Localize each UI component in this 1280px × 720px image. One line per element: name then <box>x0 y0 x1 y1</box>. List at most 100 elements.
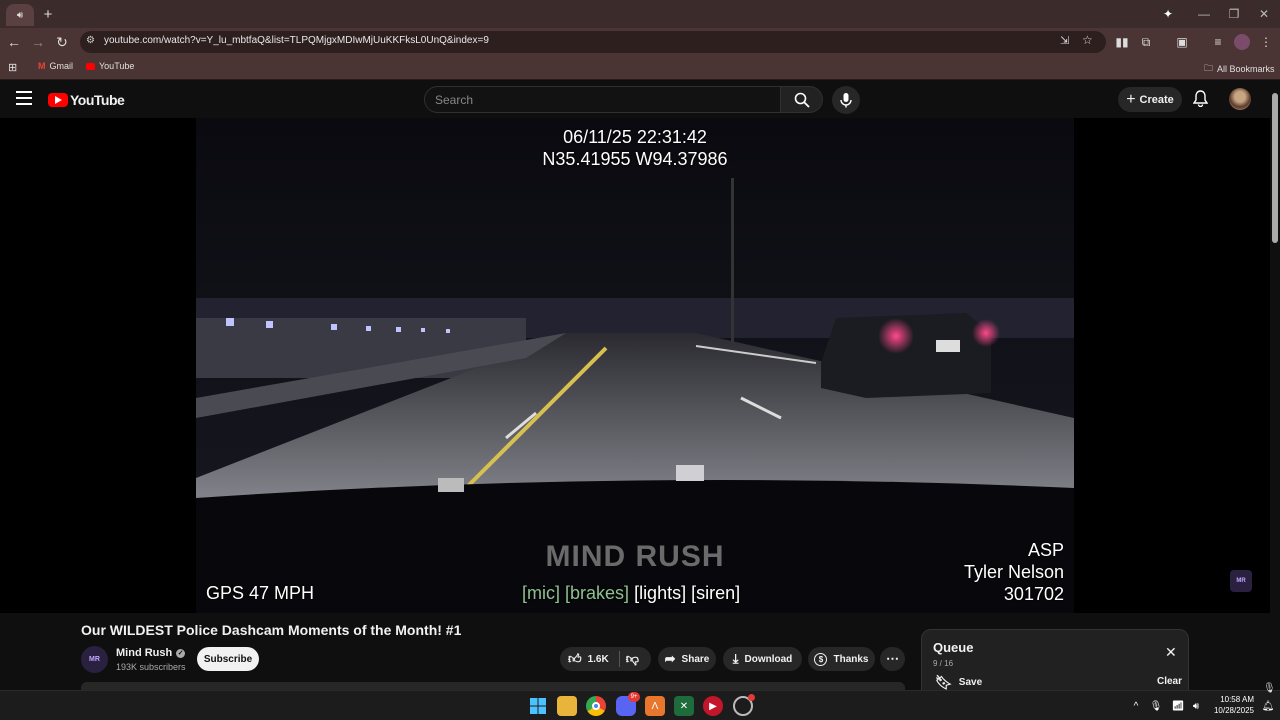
subscriber-count: 193K subscribers <box>116 662 186 672</box>
bookmark-gmail[interactable]: M Gmail <box>38 61 73 71</box>
queue-title: Queue <box>933 640 974 655</box>
minimize-button[interactable]: — <box>1188 4 1220 24</box>
create-button[interactable]: + Create <box>1118 87 1182 112</box>
dashcam-agency: ASP <box>1027 540 1064 560</box>
new-tab-button[interactable]: + <box>38 5 58 23</box>
file-explorer-icon[interactable] <box>557 696 577 716</box>
browser-toolbar: ← → ↻ ⚙ youtube.com/watch?v=Y_lu_mbtfaQ&… <box>0 28 1280 56</box>
tray-chevron-icon[interactable]: ^ <box>1126 696 1146 716</box>
restore-button[interactable]: ❐ <box>1218 4 1250 24</box>
media-player-icon[interactable]: ▶ <box>703 696 723 716</box>
back-button[interactable]: ← <box>4 32 24 52</box>
youtube-header: YouTube Search + Create <box>0 81 1280 118</box>
search-button[interactable] <box>781 86 823 113</box>
notifications-bell-icon[interactable] <box>1193 90 1208 107</box>
extensions-icon[interactable]: ⧉ <box>1138 34 1154 50</box>
dashcam-scene <box>196 118 1074 613</box>
share-button[interactable]: ➦ Share <box>658 647 716 671</box>
floating-mic-icon[interactable]: 🎙︎ <box>1263 683 1276 694</box>
like-divider <box>618 651 620 667</box>
thumbs-down-icon: 👎︎ <box>625 651 639 666</box>
queue-clear-button[interactable]: Clear <box>1157 676 1182 687</box>
audio-playing-icon: 🔊︎ <box>16 9 24 21</box>
channel-watermark-icon[interactable]: MR <box>1230 570 1252 592</box>
video-title: Our WILDEST Police Dashcam Moments of th… <box>81 622 462 638</box>
bookmarks-bar: ⊞ M Gmail YouTube 🗀 All Bookmarks <box>0 56 1280 80</box>
dashcam-timestamp: 06/11/25 22:31:42 <box>563 127 707 147</box>
all-bookmarks-folder[interactable]: 🗀 All Bookmarks <box>1204 61 1275 77</box>
microphone-icon <box>840 93 852 108</box>
menu-kebab-icon[interactable]: ⋮ <box>1258 34 1274 50</box>
voice-search-button[interactable] <box>832 86 860 114</box>
app-a-icon[interactable]: Λ <box>645 696 665 716</box>
folder-icon: 🗀 <box>1204 63 1214 73</box>
more-actions-button[interactable]: ⋯ <box>880 647 905 671</box>
plus-icon: + <box>1126 90 1136 108</box>
video-player[interactable]: 06/11/25 22:31:42 N35.41955 W94.37986 MI… <box>0 118 1270 613</box>
channel-name-link[interactable]: Mind Rush ✓ <box>116 647 186 659</box>
verified-badge-icon: ✓ <box>176 648 186 658</box>
notification-center-icon[interactable]: 🔔︎ <box>1258 696 1278 716</box>
page-scrollbar[interactable] <box>1270 81 1280 693</box>
bookmark-icon: 🔖︎ <box>935 674 953 690</box>
youtube-play-logo-icon <box>48 93 68 107</box>
notification-dot <box>748 694 755 701</box>
install-app-icon[interactable]: ⇲ <box>1060 34 1069 47</box>
like-button[interactable]: 👍︎ 1.6K <box>568 651 609 667</box>
search-input[interactable]: Search <box>424 86 781 113</box>
dashcam-unit: 301702 <box>1003 584 1064 604</box>
settings-app-icon[interactable] <box>733 694 755 716</box>
dashcam-status-line: [mic] [brakes] [lights] [siren] <box>522 583 741 603</box>
active-tab[interactable]: 🔊︎ <box>6 4 34 26</box>
reload-button[interactable]: ↻ <box>52 32 72 52</box>
forward-button[interactable]: → <box>28 32 48 52</box>
chrome-icon[interactable] <box>586 696 606 716</box>
queue-close-icon[interactable]: ✕ <box>1165 644 1177 661</box>
youtube-logo[interactable]: YouTube <box>48 92 125 108</box>
download-button[interactable]: ⤓ Download <box>723 647 802 671</box>
extension-puzzle-a-icon[interactable]: ▮▮ <box>1114 34 1130 50</box>
subscribe-button[interactable]: Subscribe <box>197 647 259 671</box>
gps-speed: GPS 47 MPH <box>206 583 315 603</box>
close-window-button[interactable]: ✕ <box>1248 4 1280 24</box>
bookmark-star-icon[interactable]: ☆ <box>1082 33 1093 47</box>
scrollbar-thumb[interactable] <box>1272 93 1278 243</box>
channel-avatar[interactable]: MR <box>81 646 108 673</box>
thanks-dollar-icon: $ <box>814 652 828 666</box>
queue-position: 9 / 16 <box>933 659 954 668</box>
thumbs-up-icon: 👍︎ <box>568 651 582 666</box>
share-arrow-icon: ➦ <box>664 651 676 666</box>
gmail-icon: M <box>38 61 46 71</box>
youtube-icon <box>86 62 95 70</box>
download-icon: ⤓ <box>732 651 739 666</box>
dashcam-coordinates: N35.41955 W94.37986 <box>542 149 728 169</box>
queue-panel: Queue 9 / 16 ✕ 🔖︎ Save Clear <box>921 629 1189 691</box>
address-bar[interactable]: ⚙ youtube.com/watch?v=Y_lu_mbtfaQ&list=T… <box>80 31 1106 53</box>
volume-icon[interactable]: 🔊︎ <box>1186 696 1206 716</box>
browser-tab-strip: 🔊︎ + ✦ — ❐ ✕ <box>0 0 1280 28</box>
like-dislike-group: 👍︎ 1.6K 👎︎ <box>560 647 651 671</box>
hamburger-menu-icon[interactable] <box>16 91 32 105</box>
windows-start-icon[interactable] <box>528 696 548 716</box>
discord-icon[interactable]: 9+ <box>616 692 640 716</box>
media-controls-icon[interactable]: ≡ <box>1210 34 1226 50</box>
gemini-icon[interactable]: ✦ <box>1152 4 1184 24</box>
search-icon <box>794 92 810 108</box>
wifi-icon[interactable]: 📶︎ <box>1168 696 1188 716</box>
dislike-button[interactable]: 👎︎ <box>626 651 639 667</box>
site-info-icon[interactable]: ⚙ <box>86 35 95 46</box>
xbox-icon[interactable]: ✕ <box>674 696 694 716</box>
profile-avatar[interactable] <box>1234 34 1250 50</box>
url-text: youtube.com/watch?v=Y_lu_mbtfaQ&list=TLP… <box>104 35 489 46</box>
dashcam-officer: Tyler Nelson <box>963 562 1064 582</box>
description-box[interactable] <box>81 682 905 690</box>
queue-save-button[interactable]: 🔖︎ Save <box>935 674 982 691</box>
tab-search-icon[interactable]: ▣ <box>1174 34 1190 50</box>
account-avatar[interactable] <box>1229 88 1251 110</box>
thanks-button[interactable]: $ Thanks <box>808 647 875 671</box>
bookmark-youtube[interactable]: YouTube <box>86 61 134 71</box>
apps-grid-icon[interactable]: ⊞ <box>8 61 17 74</box>
tray-mic-icon[interactable]: 🎙︎ <box>1146 696 1166 716</box>
system-clock[interactable]: 10:58 AM 10/28/2025 <box>1208 694 1254 716</box>
more-horizontal-icon: ⋯ <box>886 651 899 666</box>
